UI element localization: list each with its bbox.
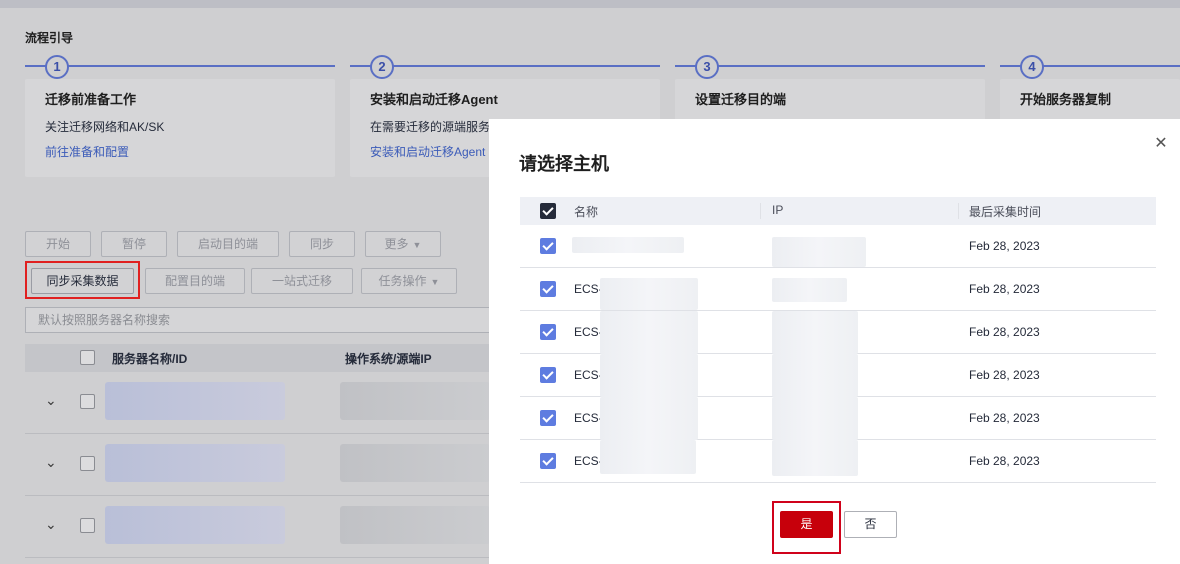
dialog-title: 请选择主机 [519,154,609,174]
redacted-os-ip [340,382,490,420]
column-divider [760,203,761,219]
step-title: 设置迁移目的端 [695,92,787,107]
last-collect-time: Feb 28, 2023 [969,368,1040,382]
step-title: 迁移前准备工作 [45,92,137,107]
last-collect-time: Feb 28, 2023 [969,325,1040,339]
guide-title: 流程引导 [25,31,74,45]
chevron-down-icon: ▼ [430,277,440,287]
host-row[interactable]: Feb 28, 2023 [520,225,1156,268]
table-row[interactable]: ⌄ [25,496,495,558]
step-link[interactable]: 前往准备和配置 [45,143,129,160]
redacted-ip [772,311,858,354]
column-header: 操作系统/源端IP [345,352,432,366]
row-checkbox[interactable] [540,238,556,254]
task-ops-button[interactable]: 任务操作 ▼ [361,268,457,294]
host-name: ECS- [574,282,603,296]
host-row[interactable]: ECS- Feb 28, 2023 [520,354,1156,397]
chevron-down-icon: ▼ [412,240,422,250]
redacted-server-name [105,382,285,420]
step-desc: 在需要迁移的源端服务器 [370,120,503,134]
task-ops-label: 任务操作 [378,274,427,288]
redacted-host-name [600,440,696,474]
guide-step-1: 1 迁移前准备工作 关注迁移网络和AK/SK 前往准备和配置 [25,55,335,177]
step-number: 1 [45,55,69,79]
server-table-header: 服务器名称/ID 操作系统/源端IP [25,344,495,372]
top-bar [0,0,1180,8]
row-checkbox[interactable] [540,410,556,426]
yes-button[interactable]: 是 [780,511,833,538]
close-icon[interactable]: ✕ [1152,135,1170,153]
chevron-down-icon[interactable]: ⌄ [45,454,57,471]
row-checkbox[interactable] [540,281,556,297]
redacted-os-ip [340,506,490,544]
row-checkbox[interactable] [540,324,556,340]
row-checkbox[interactable] [540,367,556,383]
column-divider [958,203,959,219]
redacted-host-name [600,354,698,397]
table-row[interactable]: ⌄ [25,372,495,434]
select-host-dialog: 请选择主机 ✕ 名称 IP 最后采集时间 Feb 28, 2023 ECS- F… [489,119,1180,564]
redacted-ip [772,440,858,476]
redacted-host-name [600,278,698,310]
redacted-ip [772,278,847,302]
row-checkbox[interactable] [540,453,556,469]
redacted-host-name [600,311,698,354]
redacted-server-name [105,444,285,482]
step-title: 安装和启动迁移Agent [370,92,498,107]
step-line [675,65,985,67]
host-name: ECS- [574,368,603,382]
step-title: 开始服务器复制 [1020,92,1112,107]
last-collect-time: Feb 28, 2023 [969,411,1040,425]
chevron-down-icon[interactable]: ⌄ [45,516,57,533]
more-button[interactable]: 更多 ▼ [365,231,441,257]
redacted-ip [772,354,858,397]
no-button[interactable]: 否 [844,511,897,538]
host-row[interactable]: ECS- Feb 28, 2023 [520,397,1156,440]
step-line [350,65,660,67]
host-name: ECS- [574,325,603,339]
step-desc: 关注迁移网络和AK/SK [45,120,165,134]
step-link[interactable]: 安装和启动迁移Agent [370,143,485,160]
step-number: 2 [370,55,394,79]
redacted-server-name [105,506,285,544]
more-label: 更多 [384,237,409,251]
column-header-time: 最后采集时间 [969,205,1042,219]
redacted-ip [772,397,858,440]
sync-button[interactable]: 同步 [289,231,355,257]
redacted-host-name [572,237,684,253]
host-table-header: 名称 IP 最后采集时间 [520,197,1156,225]
host-row[interactable]: ECS- Feb 28, 2023 [520,311,1156,354]
select-all-checkbox[interactable] [80,350,95,365]
redacted-ip [772,237,866,267]
one-stop-migration-button[interactable]: 一站式迁移 [251,268,353,294]
step-number: 4 [1020,55,1044,79]
start-target-button[interactable]: 启动目的端 [177,231,279,257]
last-collect-time: Feb 28, 2023 [969,454,1040,468]
start-button[interactable]: 开始 [25,231,91,257]
step-number: 3 [695,55,719,79]
redacted-host-name [600,397,698,440]
chevron-down-icon[interactable]: ⌄ [45,392,57,409]
host-name: ECS- [574,454,603,468]
row-checkbox[interactable] [80,518,95,533]
column-header-name: 名称 [574,205,599,219]
table-row[interactable]: ⌄ [25,434,495,496]
select-all-checkbox[interactable] [540,203,556,219]
row-checkbox[interactable] [80,456,95,471]
host-row[interactable]: ECS- Feb 28, 2023 [520,268,1156,311]
column-header: 服务器名称/ID [112,352,188,366]
column-header-ip: IP [772,203,784,217]
last-collect-time: Feb 28, 2023 [969,239,1040,253]
last-collect-time: Feb 28, 2023 [969,282,1040,296]
highlight-box [25,261,140,299]
pause-button[interactable]: 暂停 [101,231,167,257]
step-line [25,65,335,67]
config-target-button[interactable]: 配置目的端 [145,268,245,294]
host-table: 名称 IP 最后采集时间 Feb 28, 2023 ECS- Feb 28, 2… [520,197,1156,483]
host-row[interactable]: ECS- Feb 28, 2023 [520,440,1156,483]
host-name: ECS- [574,411,603,425]
row-checkbox[interactable] [80,394,95,409]
search-input[interactable]: 默认按照服务器名称搜索 [25,307,495,333]
redacted-os-ip [340,444,490,482]
